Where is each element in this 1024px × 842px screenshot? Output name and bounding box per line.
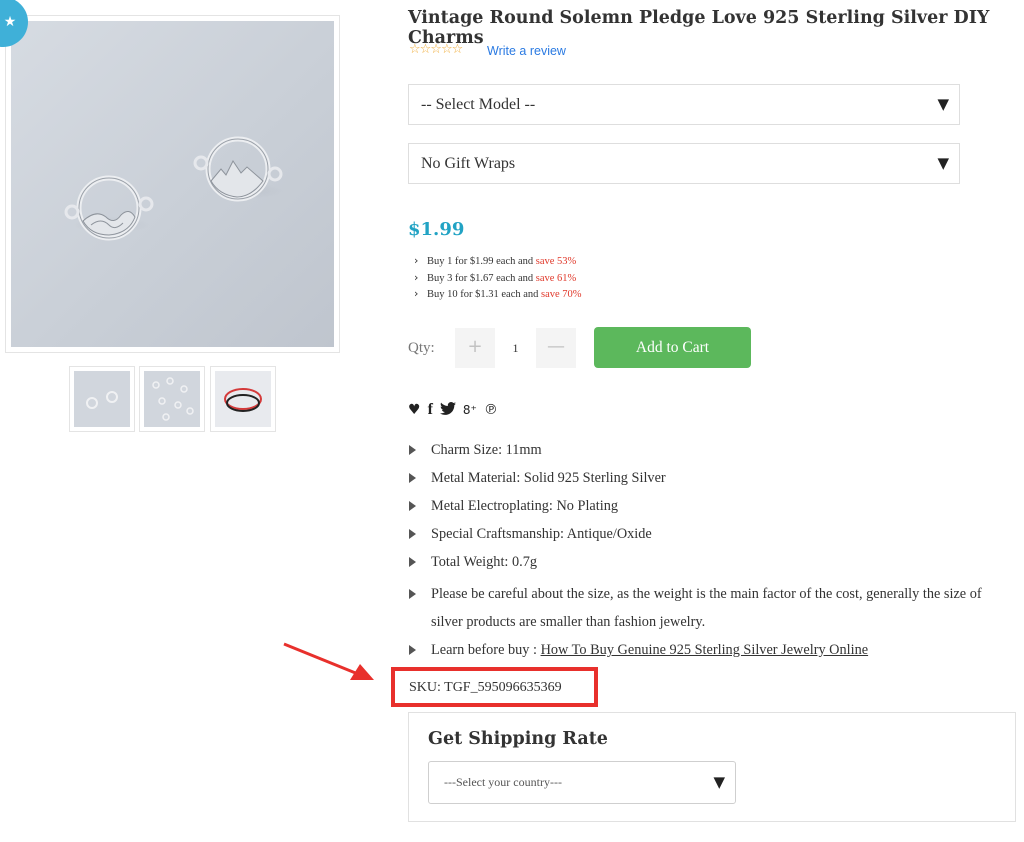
write-review-link[interactable]: Write a review (487, 44, 566, 58)
discount-tier: Buy 3 for $1.67 each and save 61% (414, 270, 582, 288)
qty-input[interactable] (495, 328, 536, 368)
gift-wrap-select-value: No Gift Wraps (421, 155, 516, 172)
spec-text: Special Craftsmanship: Antique/Oxide (431, 526, 652, 542)
bullet-arrow-icon (409, 645, 416, 655)
spec-text: Metal Material: Solid 925 Sterling Silve… (431, 470, 666, 486)
dropdown-arrow-icon: ▼ (713, 773, 725, 791)
discount-save-text: save 70% (541, 289, 582, 300)
thumbnail-rings-icon (152, 377, 194, 421)
bullet-arrow-icon (409, 501, 416, 511)
spec-item: Total Weight: 0.7g (408, 548, 1013, 576)
thumbnail-2[interactable] (139, 366, 205, 432)
discount-save-text: save 53% (535, 256, 577, 267)
country-select[interactable]: ---Select your country--- ▼ (428, 761, 736, 804)
qty-label: Qty: (408, 340, 435, 356)
discount-save-text: save 61% (535, 272, 577, 284)
annotation-arrow-icon (283, 642, 374, 680)
qty-increase-button[interactable]: + (455, 328, 495, 368)
spec-item: Learn before buy : How To Buy Genuine 92… (408, 636, 1013, 664)
product-main-image[interactable] (5, 15, 340, 353)
discount-tier-text: Buy 3 for $1.67 each and (427, 272, 536, 284)
thumbnail-image (144, 371, 200, 427)
discount-tier-text: Buy 10 for $1.31 each and (427, 289, 542, 300)
star-icon: ★ (3, 14, 17, 30)
product-title: Vintage Round Solemn Pledge Love 925 Ste… (408, 8, 990, 48)
bullet-arrow-icon (409, 557, 416, 567)
add-to-cart-button[interactable]: Add to Cart (594, 327, 751, 368)
spec-text: Charm Size: 11mm (431, 442, 542, 458)
pinterest-icon[interactable]: ℗ (484, 402, 498, 418)
quantity-stepper: + — (455, 328, 576, 368)
twitter-bird-icon (439, 401, 456, 415)
spec-text: Metal Electroplating: No Plating (431, 498, 619, 514)
twitter-icon[interactable] (439, 401, 456, 419)
spec-item: Please be careful about the size, as the… (408, 580, 1013, 636)
spec-text: Please be careful about the size, as the… (431, 586, 982, 630)
discount-tier: Buy 10 for $1.31 each and save 70% (414, 286, 582, 304)
social-share-bar: ♥ f 8⁺ ℗ (408, 401, 498, 419)
bullet-arrow-icon (409, 529, 416, 539)
spec-item: Metal Material: Solid 925 Sterling Silve… (408, 464, 1013, 492)
shipping-rate-panel: Get Shipping Rate ---Select your country… (408, 712, 1016, 822)
sku-highlight-box (391, 667, 598, 707)
bullet-arrow-icon (409, 589, 416, 599)
model-select[interactable]: -- Select Model -- ▼ (408, 84, 960, 125)
spec-text: Learn before buy : (431, 642, 541, 658)
shipping-heading: Get Shipping Rate (428, 729, 608, 749)
discount-tier: Buy 1 for $1.99 each and save 53% (414, 253, 582, 271)
quantity-discount-list: Buy 1 for $1.99 each and save 53% Buy 3 … (414, 253, 582, 304)
dropdown-arrow-icon: ▼ (937, 154, 949, 172)
bullet-arrow-icon (409, 473, 416, 483)
spec-text: Total Weight: 0.7g (431, 554, 537, 570)
thumbnail-1[interactable] (69, 366, 135, 432)
discount-tier-text: Buy 1 for $1.99 each and (427, 256, 536, 267)
charm-pair-illustration (64, 136, 285, 241)
spec-item: Charm Size: 11mm (408, 436, 1013, 464)
thumbnail-charms-icon (86, 391, 118, 409)
thumbnail-3[interactable] (210, 366, 276, 432)
rating-stars-icon[interactable]: ☆☆☆☆☆ (409, 42, 463, 57)
qty-decrease-button[interactable]: — (536, 328, 576, 368)
gift-wrap-select[interactable]: No Gift Wraps ▼ (408, 143, 960, 184)
product-price: $1.99 (408, 219, 465, 240)
google-plus-icon[interactable]: 8⁺ (463, 403, 477, 417)
spec-item: Metal Electroplating: No Plating (408, 492, 1013, 520)
bullet-arrow-icon (409, 445, 416, 455)
product-photo (11, 21, 334, 347)
thumbnail-bracelet-icon (224, 388, 262, 412)
model-select-value: -- Select Model -- (421, 96, 536, 113)
buying-guide-link[interactable]: How To Buy Genuine 925 Sterling Silver J… (541, 642, 869, 658)
facebook-icon[interactable]: f (428, 401, 433, 419)
product-specs-list: Charm Size: 11mm Metal Material: Solid 9… (408, 436, 1013, 664)
heart-icon[interactable]: ♥ (408, 402, 421, 418)
thumbnail-image (74, 371, 130, 427)
spec-item: Special Craftsmanship: Antique/Oxide (408, 520, 1013, 548)
thumbnail-image (215, 371, 271, 427)
country-select-value: ---Select your country--- (444, 775, 562, 789)
dropdown-arrow-icon: ▼ (937, 95, 949, 113)
